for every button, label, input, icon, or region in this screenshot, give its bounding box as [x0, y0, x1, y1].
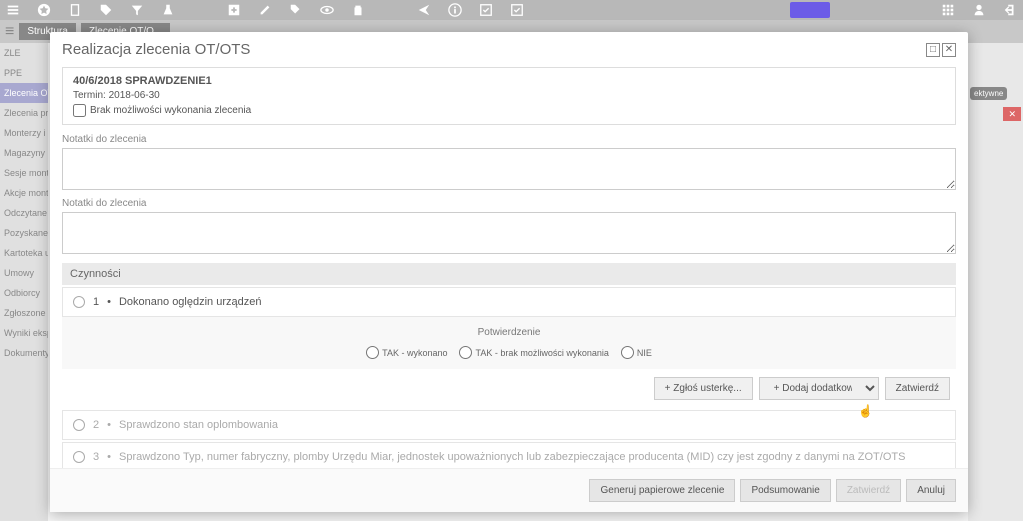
sidebar-item[interactable]: Pozyskane ukl [0, 223, 48, 243]
sidebar: ZLE PPE Zlecenia OT/O Zlecenia przy Mont… [0, 43, 48, 521]
sidebar-item[interactable]: Zgłoszone ble [0, 303, 48, 323]
dodaj-akcje-select[interactable]: + Dodaj dodatkową akcje... [759, 377, 879, 400]
conf-opt3[interactable]: NIE [621, 346, 652, 359]
task-bullet: • [107, 419, 111, 431]
send-icon[interactable] [416, 2, 432, 18]
sidebar-item[interactable]: Umowy [0, 263, 48, 283]
close-icon[interactable]: ✕ [942, 43, 956, 57]
badge-fragment: ektywne [970, 87, 1007, 100]
sidebar-item[interactable]: Odbiorcy [0, 283, 48, 303]
clipboard-icon[interactable] [67, 2, 83, 18]
confirmation-options: TAK - wykonano TAK - brak możliwości wyk… [72, 346, 946, 359]
star-icon[interactable] [36, 2, 52, 18]
notes-label-1: Notatki do zlecenia [62, 131, 956, 148]
termin-value: 2018-06-30 [109, 90, 160, 101]
user-icon[interactable] [971, 2, 987, 18]
conf-radio-tak-brak[interactable] [459, 346, 472, 359]
task-bullet: • [107, 451, 111, 463]
sidebar-item[interactable]: Dokumenty [0, 343, 48, 363]
task-row-1[interactable]: 1 • Dokonano oględzin urządzeń [62, 287, 956, 317]
task-num: 1 [93, 296, 99, 308]
conf-opt2[interactable]: TAK - brak możliwości wykonania [459, 346, 608, 359]
info-icon[interactable] [447, 2, 463, 18]
notes-textarea-1[interactable] [62, 148, 956, 190]
cursor-icon: ☝ [858, 404, 873, 418]
notes-textarea-2[interactable] [62, 212, 956, 254]
check-square2-icon[interactable] [509, 2, 525, 18]
confirmation-block: Potwierdzenie TAK - wykonano TAK - brak … [62, 317, 956, 369]
modal-dialog: Realizacja zlecenia OT/OTS □ ✕ 40/6/2018… [50, 32, 968, 512]
confirmation-label: Potwierdzenie [72, 327, 946, 338]
top-toolbar [0, 0, 1023, 20]
tags-icon[interactable] [288, 2, 304, 18]
task-zatwierdz-button[interactable]: Zatwierdź [885, 377, 950, 400]
task-actions: + Zgłoś usterkę... + Dodaj dodatkową akc… [62, 369, 956, 408]
task-text: Sprawdzono Typ, numer fabryczny, plomby … [119, 451, 905, 463]
brak-checkbox[interactable] [73, 104, 86, 117]
tag-icon[interactable] [98, 2, 114, 18]
check-square-icon[interactable] [478, 2, 494, 18]
task-row-3[interactable]: 3 • Sprawdzono Typ, numer fabryczny, plo… [62, 442, 956, 468]
sidebar-item[interactable]: Wyniki ekspor [0, 323, 48, 343]
task-radio-icon[interactable] [73, 419, 85, 431]
maximize-icon[interactable]: □ [926, 43, 940, 57]
filter-icon[interactable] [129, 2, 145, 18]
sidebar-item[interactable]: Kartoteka urz [0, 243, 48, 263]
trash-icon[interactable] [350, 2, 366, 18]
sidebar-item[interactable]: Magazyny [0, 143, 48, 163]
zatwierdz-button[interactable]: Zatwierdź [836, 479, 901, 502]
purple-indicator [790, 2, 830, 18]
sidebar-item[interactable]: Zlecenia przy [0, 103, 48, 123]
plus-icon[interactable] [226, 2, 242, 18]
notes-label-2: Notatki do zlecenia [62, 195, 956, 212]
czynnosci-header: Czynności [62, 263, 956, 285]
right-panel-fragment: ektywne ✕ [968, 43, 1023, 521]
task-num: 3 [93, 451, 99, 463]
generuj-button[interactable]: Generuj papierowe zlecenie [589, 479, 735, 502]
task-text: Sprawdzono stan oplombowania [119, 419, 278, 431]
brak-checkbox-label[interactable]: Brak możliwości wykonania zlecenia [73, 104, 945, 117]
order-info-block: 40/6/2018 SPRAWDZENIE1 Termin: 2018-06-3… [62, 67, 956, 125]
task-row-2[interactable]: 2 • Sprawdzono stan oplombowania [62, 410, 956, 440]
termin-row: Termin: 2018-06-30 [73, 90, 945, 101]
podsumowanie-button[interactable]: Podsumowanie [740, 479, 830, 502]
modal-title: Realizacja zlecenia OT/OTS [62, 41, 250, 58]
termin-label: Termin: [73, 90, 106, 101]
order-number: 40/6/2018 SPRAWDZENIE1 [73, 75, 945, 87]
modal-footer: Generuj papierowe zlecenie Podsumowanie … [50, 468, 968, 512]
sidebar-item[interactable]: Sesje monter [0, 163, 48, 183]
task-radio-icon[interactable] [73, 296, 85, 308]
menu-icon[interactable] [5, 2, 21, 18]
brak-checkbox-text: Brak możliwości wykonania zlecenia [90, 105, 251, 116]
close-panel-icon[interactable]: ✕ [1003, 107, 1021, 121]
hamburger-icon[interactable]: ≡ [5, 23, 14, 41]
conf-radio-tak[interactable] [366, 346, 379, 359]
sidebar-item[interactable]: Monterzy i bry [0, 123, 48, 143]
eye-icon[interactable] [319, 2, 335, 18]
sidebar-item[interactable]: ZLE [0, 43, 48, 63]
edit-icon[interactable] [257, 2, 273, 18]
logout-icon[interactable] [1002, 2, 1018, 18]
zglos-usterke-button[interactable]: + Zgłoś usterkę... [654, 377, 753, 400]
modal-body: 40/6/2018 SPRAWDZENIE1 Termin: 2018-06-3… [50, 67, 968, 468]
conf-opt1[interactable]: TAK - wykonano [366, 346, 447, 359]
conf-radio-nie[interactable] [621, 346, 634, 359]
sidebar-item[interactable]: PPE [0, 63, 48, 83]
task-radio-icon[interactable] [73, 451, 85, 463]
apps-icon[interactable] [940, 2, 956, 18]
sidebar-item-active[interactable]: Zlecenia OT/O [0, 83, 48, 103]
anuluj-button[interactable]: Anuluj [906, 479, 956, 502]
task-bullet: • [107, 296, 111, 308]
flask-icon[interactable] [160, 2, 176, 18]
sidebar-item[interactable]: Akcje monter [0, 183, 48, 203]
sidebar-item[interactable]: Odczytane da [0, 203, 48, 223]
task-num: 2 [93, 419, 99, 431]
modal-header: Realizacja zlecenia OT/OTS □ ✕ [50, 32, 968, 67]
task-text: Dokonano oględzin urządzeń [119, 296, 262, 308]
